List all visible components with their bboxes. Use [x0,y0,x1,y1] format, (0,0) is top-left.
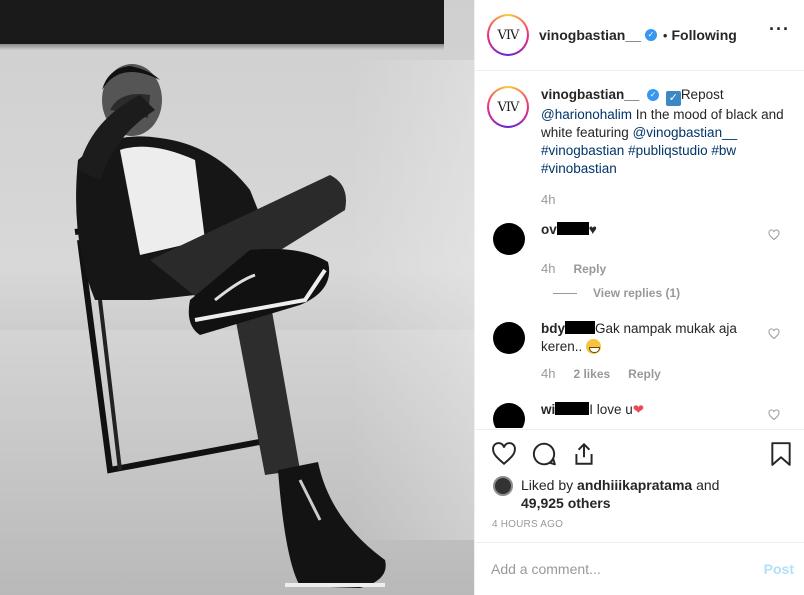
liker-username[interactable]: andhiiikapratama [577,477,692,493]
more-options-icon[interactable]: ··· [769,20,790,38]
caption-meta: 4h [541,192,788,207]
header-username[interactable]: vinogbastian__ [539,27,641,43]
caption-text: vinogbastian__ ✓ ✓ Repost @harionohalim I… [541,87,784,176]
avatar[interactable] [493,322,525,354]
view-replies-button[interactable]: View replies (1) [553,286,788,300]
reply-button[interactable]: Reply [573,262,606,276]
verified-badge-icon: ✓ [647,89,660,102]
photo-subject [74,64,386,588]
comment-item: bdy Gak nampak mukak aja keren.. [487,320,788,356]
caption: VIV vinogbastian__ ✓ ✓ Repost @harionohal… [487,86,788,178]
action-bar [475,429,804,477]
like-comment-heart-icon[interactable] [768,409,780,421]
caption-avatar[interactable]: VIV [487,86,529,128]
likes-count[interactable]: 49,925 others [521,495,611,511]
red-heart-emoji-icon: ❤ [632,402,645,417]
avatar[interactable] [493,223,525,255]
share-icon[interactable] [571,441,597,467]
like-heart-icon[interactable] [491,441,517,467]
caption-username[interactable]: vinogbastian__ [541,87,639,102]
bookmark-icon[interactable] [768,441,794,467]
like-comment-heart-icon[interactable] [768,229,780,241]
avatar[interactable] [493,403,525,428]
post-comment-button[interactable]: Post [764,561,794,577]
avatar[interactable]: VIV [487,14,529,56]
comment-username[interactable]: wi [541,402,590,417]
mention-link[interactable]: @vinogbastian__ [633,125,738,140]
verified-badge-icon: ✓ [644,29,657,41]
comment-input[interactable] [491,561,764,577]
grin-emoji-icon [586,339,602,354]
check-emoji-icon: ✓ [665,91,681,106]
comment-bubble-icon[interactable] [531,441,557,467]
avatar-logo: VIV [497,27,520,43]
post-panel: VIV vinogbastian__ ✓ • Following ··· VIV… [474,0,804,595]
post-header: VIV vinogbastian__ ✓ • Following ··· [475,0,804,71]
redacted-text [565,321,596,334]
redacted-text [556,222,589,235]
caption-time[interactable]: 4h [541,192,555,207]
comment-username[interactable]: bdy [541,321,596,336]
add-comment-bar: Post [475,542,804,595]
post-timestamp[interactable]: 4 HOURS AGO [492,519,563,530]
comments-list[interactable]: VIV vinogbastian__ ✓ ✓ Repost @harionohal… [475,72,804,428]
comment-item: wi I love u❤ [487,401,788,428]
mention-link[interactable]: @harionohalim [541,107,632,122]
comment-username[interactable]: ov [541,222,589,237]
comment-item: ov ♥ [487,221,788,255]
post-photo[interactable] [0,0,474,595]
hashtags[interactable]: #vinogbastian #publiqstudio #bw #vinobas… [541,143,736,176]
reply-button[interactable]: Reply [628,367,661,381]
like-comment-heart-icon[interactable] [768,328,780,340]
redacted-text [555,402,590,415]
comment-likes[interactable]: 2 likes [573,367,610,381]
likes-summary: Liked by andhiiikapratama and 49,925 oth… [493,476,792,512]
following-button[interactable]: Following [671,27,736,43]
avatar[interactable] [493,476,513,496]
